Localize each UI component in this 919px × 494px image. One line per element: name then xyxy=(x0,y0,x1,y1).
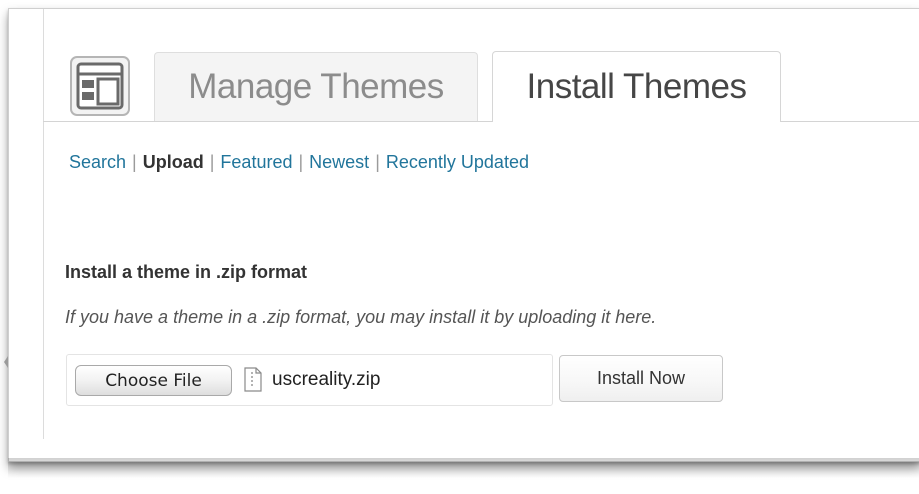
subnav-separator: | xyxy=(132,152,137,172)
tab-baseline xyxy=(43,121,919,122)
subnav-featured[interactable]: Featured xyxy=(220,152,292,172)
tab-manage-themes[interactable]: Manage Themes xyxy=(154,52,478,121)
install-now-button[interactable]: Install Now xyxy=(559,355,723,402)
frame-shadow xyxy=(8,458,919,478)
subnav-newest[interactable]: Newest xyxy=(309,152,369,172)
file-icon xyxy=(244,367,262,392)
subnav-search[interactable]: Search xyxy=(69,152,126,172)
tab-install-themes-label: Install Themes xyxy=(526,67,747,106)
upload-description: If you have a theme in a .zip format, yo… xyxy=(65,307,657,327)
subnav-separator: | xyxy=(375,152,380,172)
install-subnav: Search | Upload | Featured | Newest | Recently U… xyxy=(69,152,529,173)
subnav-separator: | xyxy=(209,152,215,172)
tab-manage-themes-label: Manage Themes xyxy=(188,67,444,106)
selected-file-name: uscreality.zip xyxy=(272,369,381,390)
admin-screen: Manage Themes Install Themes Search | Uplo… xyxy=(8,8,919,462)
install-now-label: Install Now xyxy=(596,368,686,388)
collapse-handle xyxy=(4,356,8,368)
file-input[interactable]: Choose File uscreality.zip xyxy=(66,354,553,406)
choose-file-button[interactable]: Choose File xyxy=(75,365,232,396)
appearance-icon xyxy=(70,56,130,116)
tab-install-themes[interactable]: Install Themes xyxy=(492,51,781,122)
subnav-recently-updated[interactable]: Recently Updated xyxy=(386,152,529,172)
subnav-separator: | xyxy=(298,152,304,172)
subnav-upload[interactable]: Upload xyxy=(143,152,204,172)
choose-file-label: Choose File xyxy=(105,370,202,391)
content-left-border xyxy=(43,9,44,439)
upload-heading: Install a theme in .zip format xyxy=(65,262,308,282)
